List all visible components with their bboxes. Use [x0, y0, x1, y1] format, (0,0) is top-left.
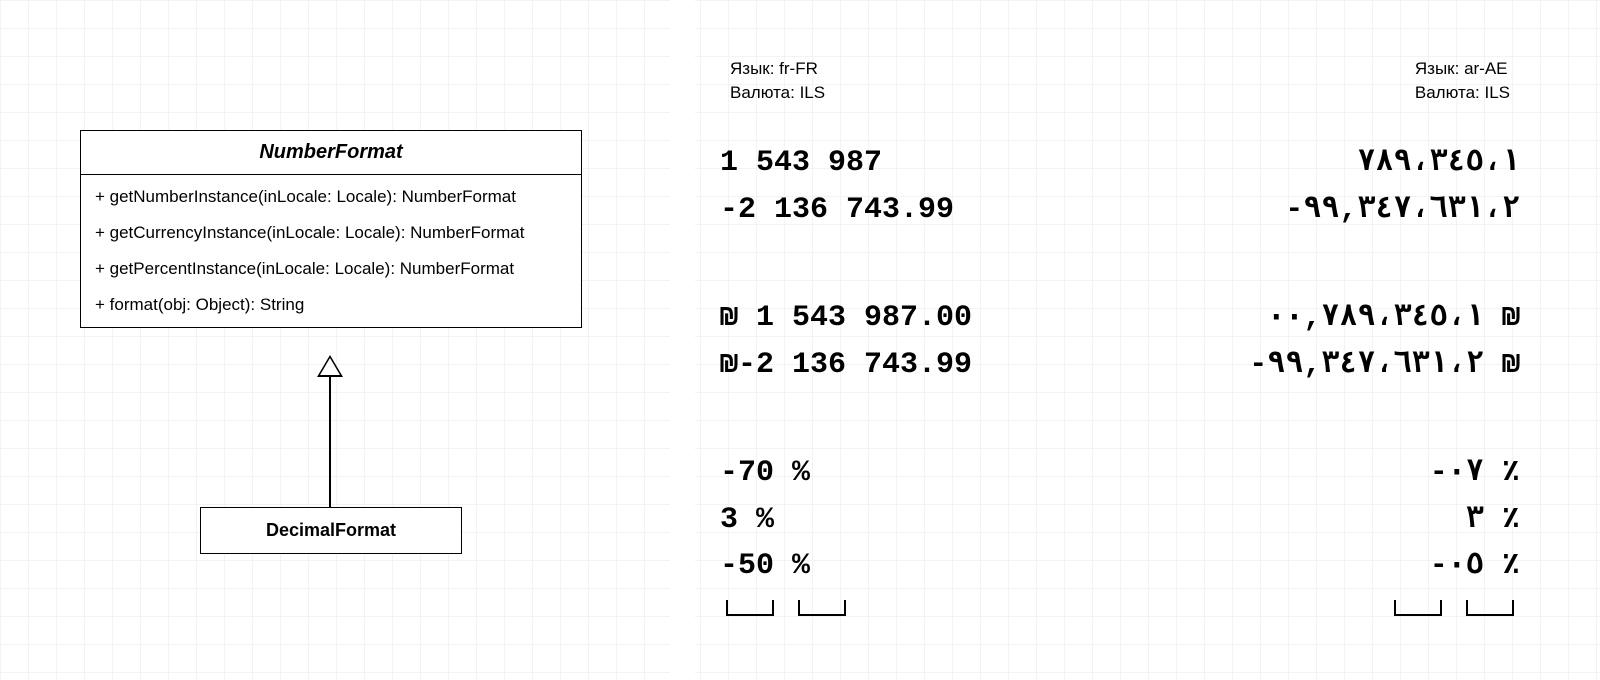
uml-class-numberformat: NumberFormat + getNumberInstance(inLocal…	[80, 130, 582, 328]
uml-method: + getNumberInstance(inLocale: Locale): N…	[81, 179, 581, 215]
locale-meta-right: Язык: ar-AE Валюта: ILS	[1415, 57, 1510, 105]
uml-class-title: NumberFormat	[81, 131, 581, 175]
currency-sample-ar: ₪ ٠٠,٧٨٩،٣٤٥،١ ₪ ٩٩,٣٤٧،٦٣١،٢-	[1249, 295, 1520, 388]
uml-class-title: DecimalFormat	[266, 520, 396, 540]
samples-panel: Язык: fr-FR Валюта: ILS Язык: ar-AE Валю…	[720, 0, 1520, 680]
uml-method: + format(obj: Object): String	[81, 287, 581, 323]
currency-sample-fr: ₪ 1 543 987.00 ₪-2 136 743.99	[720, 295, 972, 388]
uml-method: + getCurrencyInstance(inLocale: Locale):…	[81, 215, 581, 251]
crop-mark-icon	[726, 600, 774, 616]
crop-mark-icon	[798, 600, 846, 616]
currency-label: Валюта: ILS	[1415, 81, 1510, 105]
uml-class-body: + getNumberInstance(inLocale: Locale): N…	[81, 175, 581, 327]
lang-label: Язык: fr-FR	[730, 57, 825, 81]
uml-method: + getPercentInstance(inLocale: Locale): …	[81, 251, 581, 287]
panel-gutter	[670, 0, 695, 680]
uml-class-decimalformat: DecimalFormat	[200, 507, 462, 554]
locale-meta-left: Язык: fr-FR Валюта: ILS	[730, 57, 825, 105]
canvas: NumberFormat + getNumberInstance(inLocal…	[0, 0, 1600, 680]
crop-mark-icon	[1394, 600, 1442, 616]
percent-sample-fr: -70 % 3 % -50 %	[720, 450, 810, 590]
number-sample-fr: 1 543 987 -2 136 743.99	[720, 140, 954, 233]
lang-label: Язык: ar-AE	[1415, 57, 1510, 81]
inheritance-line	[329, 377, 331, 507]
inheritance-arrowhead-icon	[317, 355, 343, 377]
percent-sample-ar: ٪ ٠٧- ٪ ٣ ٪ ٠٥-	[1430, 450, 1520, 590]
currency-label: Валюта: ILS	[730, 81, 825, 105]
number-sample-ar: ٧٨٩،٣٤٥،١ ٩٩,٣٤٧،٦٣١،٢-	[1285, 140, 1520, 233]
crop-mark-icon	[1466, 600, 1514, 616]
